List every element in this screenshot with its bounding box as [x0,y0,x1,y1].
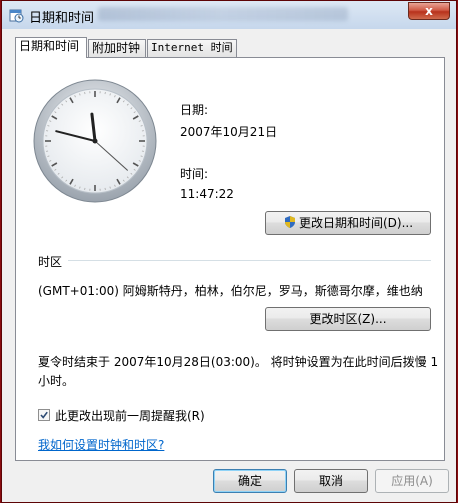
checkmark-icon [40,411,48,419]
blurred-background-area [98,7,348,21]
date-label: 日期: [180,103,209,117]
tab-panel: 日期: 2007年10月21日 时间: 11:47:22 更改日期和时间(D).… [15,57,445,461]
close-icon: x [425,4,433,18]
help-link[interactable]: 我如何设置时钟和时区? [38,436,164,453]
tab-date-and-time[interactable]: 日期和时间 [15,37,87,58]
dst-info-line-2: 小时。 [38,374,75,388]
tab-internet-time[interactable]: Internet 时间 [147,39,237,57]
tab-additional-clocks[interactable]: 附加时钟 [88,39,146,57]
remind-checkbox[interactable] [38,409,50,421]
change-timezone-button[interactable]: 更改时区(Z)... [265,307,431,331]
uac-shield-icon [284,216,295,228]
remind-checkbox-label[interactable]: 此更改出现前一周提醒我(R) [55,407,205,424]
timezone-value: (GMT+01:00) 阿姆斯特丹，柏林，伯尔尼，罗马，斯德哥尔摩，维也纳 [38,284,423,298]
analog-clock [33,79,157,203]
close-button[interactable]: x [408,2,450,20]
cancel-button[interactable]: 取消 [294,469,368,493]
datetime-app-icon [9,9,24,23]
timezone-separator [68,260,431,261]
date-time-dialog: 日期和时间 x 日期和时间 附加时钟 Internet 时间 日期: 2007年… [1,0,457,503]
time-value: 11:47:22 [180,187,234,201]
window-title: 日期和时间 [29,11,95,26]
time-label: 时间: [180,167,209,181]
change-date-time-button[interactable]: 更改日期和时间(D)... [265,211,431,235]
change-date-time-label: 更改日期和时间(D)... [298,216,414,230]
date-value: 2007年10月21日 [180,125,278,139]
apply-button[interactable]: 应用(A) [375,469,449,493]
dst-info-line-1: 夏令时结束于 2007年10月28日(03:00)。 将时钟设置为在此时间后拨慢… [38,355,439,369]
timezone-section-label: 时区 [38,255,63,269]
title-bar[interactable]: 日期和时间 x [2,1,456,29]
ok-button[interactable]: 确定 [213,469,287,493]
